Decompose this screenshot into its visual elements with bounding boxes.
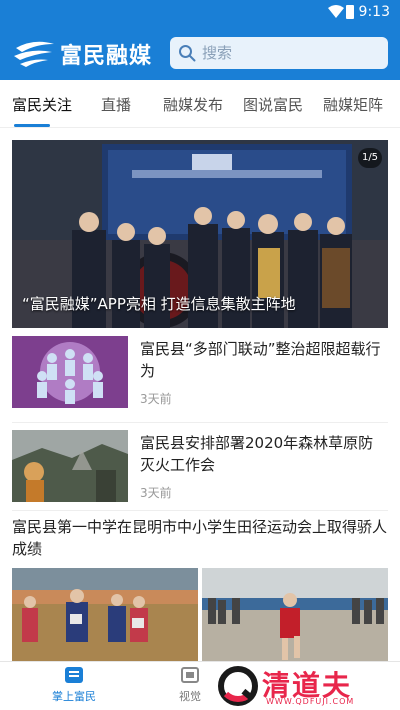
app-logo-icon [14, 41, 54, 67]
divider [12, 422, 388, 423]
app-title: 富民融媒 [60, 44, 153, 69]
app-bar: 富民融媒 [0, 26, 400, 80]
news-item[interactable]: 富民县“多部门联动”整治超限超载行为 3天前 [12, 336, 388, 418]
site-watermark: 清道夫 WWW.QDFUJI.COM [214, 664, 400, 710]
news-time: 3天前 [140, 486, 172, 500]
status-time: 9:13 [358, 4, 390, 20]
battery-icon [346, 5, 354, 19]
visual-icon [181, 667, 199, 683]
banner-caption: “富民融媒”APP亮相 打造信息集散主阵地 [22, 295, 296, 313]
news-photo-row [12, 568, 388, 661]
news-photo [12, 568, 198, 661]
divider [12, 510, 388, 511]
home-news-icon [65, 667, 83, 683]
search-icon [179, 45, 196, 62]
search-input[interactable] [202, 42, 380, 64]
tab-live[interactable]: 直播 [101, 94, 131, 115]
tab-photo-fumin[interactable]: 图说富民 [243, 94, 303, 115]
category-tabs: 富民关注 直播 融媒发布 图说富民 融媒矩阵 [0, 80, 400, 128]
news-title: 富民县安排部署2020年森林草原防灭火工作会 [140, 434, 374, 474]
search-box[interactable] [170, 37, 388, 69]
wifi-icon [328, 5, 344, 18]
news-item[interactable]: 富民县安排部署2020年森林草原防灭火工作会 3天前 [12, 430, 388, 512]
news-feed[interactable]: 1/5 “富民融媒”APP亮相 打造信息集散主阵地 富民县“多部门联动”整治超限… [0, 128, 400, 661]
featured-banner[interactable]: 1/5 “富民融媒”APP亮相 打造信息集散主阵地 [12, 140, 388, 328]
watermark-url: WWW.QDFUJI.COM [266, 697, 355, 706]
watermark-logo-icon [218, 666, 258, 706]
nav-fumin-home[interactable]: 掌上富民 [34, 666, 114, 708]
status-bar: 9:13 [0, 0, 400, 26]
news-photo [202, 568, 388, 661]
tab-fumin-focus[interactable]: 富民关注 [12, 94, 72, 115]
active-tab-indicator [14, 124, 50, 127]
nav-label: 掌上富民 [52, 690, 96, 703]
news-title: 富民县第一中学在昆明市中小学生田径运动会上取得骄人成绩 [12, 518, 388, 558]
news-thumbnail [12, 336, 128, 408]
news-item-large[interactable]: 富民县第一中学在昆明市中小学生田径运动会上取得骄人成绩 [12, 516, 388, 661]
news-title: 富民县“多部门联动”整治超限超载行为 [140, 340, 381, 380]
news-time: 3天前 [140, 392, 172, 406]
tab-media-matrix[interactable]: 融媒矩阵 [323, 94, 383, 115]
tab-media-release[interactable]: 融媒发布 [163, 94, 223, 115]
news-thumbnail [12, 430, 128, 502]
banner-page-counter: 1/5 [358, 148, 382, 168]
